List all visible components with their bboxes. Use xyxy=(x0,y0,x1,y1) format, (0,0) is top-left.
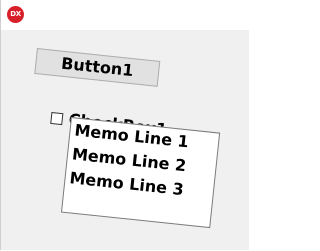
checkbox1-box[interactable] xyxy=(50,111,64,126)
title-bar[interactable]: DX xyxy=(1,0,251,30)
devexpress-app-icon[interactable]: DX xyxy=(7,6,24,23)
memo1[interactable]: Memo Line 1 Memo Line 2 Memo Line 3 xyxy=(60,117,221,229)
